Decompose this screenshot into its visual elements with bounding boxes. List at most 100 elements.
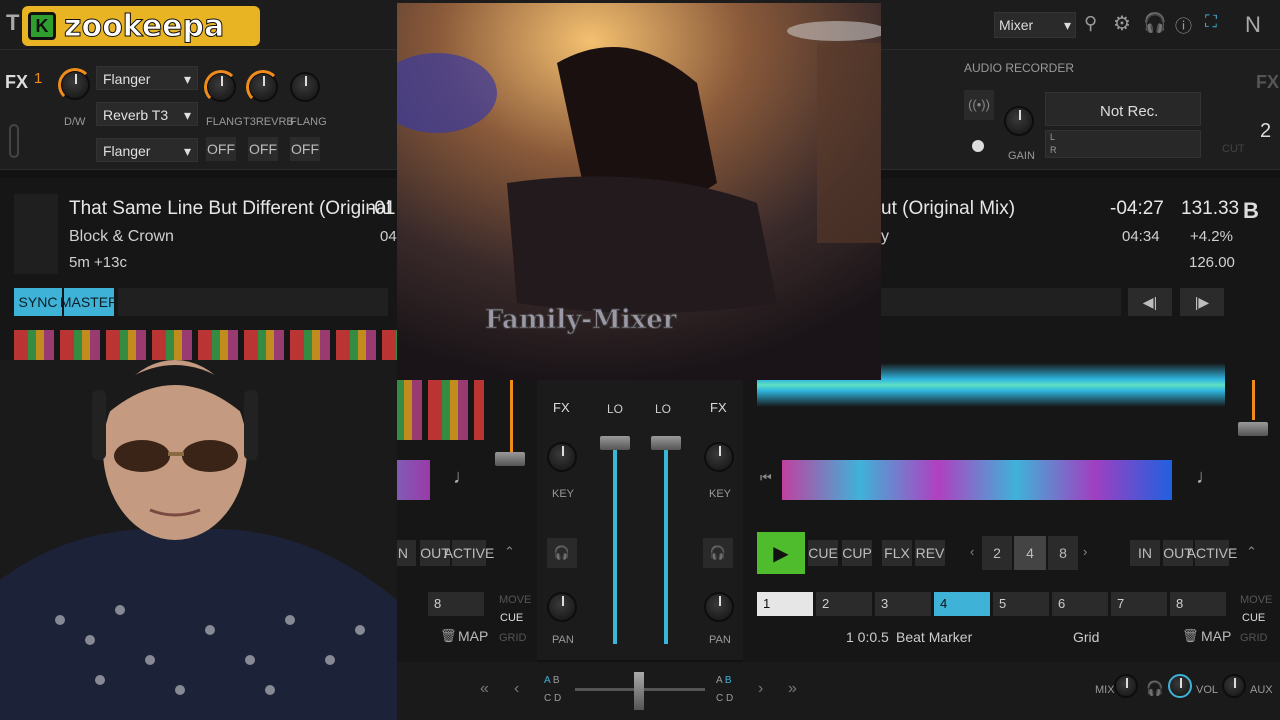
- deck-a-note-icon[interactable]: ♩: [453, 466, 473, 489]
- pan-knob-a[interactable]: [547, 592, 577, 622]
- headphone-cue-b-icon[interactable]: 🎧: [703, 538, 733, 568]
- headphone-cue-a-icon[interactable]: 🎧: [547, 538, 577, 568]
- forward-fast-icon[interactable]: »: [788, 680, 797, 698]
- channel-fader-b[interactable]: [651, 436, 681, 450]
- deck-b-flx-button[interactable]: FLX: [882, 540, 912, 566]
- deck-b-track-title: ut (Original Mix): [881, 198, 1016, 219]
- fx-toggle-3[interactable]: OFF: [290, 137, 320, 161]
- deck-a-hotcue-8[interactable]: 8: [428, 592, 484, 616]
- hotcue-2[interactable]: 2: [816, 592, 872, 616]
- deck-b-artist: y: [881, 228, 889, 245]
- forward-icon[interactable]: ›: [758, 680, 763, 698]
- deck-b-beatjump-fwd[interactable]: |▶: [1180, 288, 1224, 316]
- vol-label: VOL: [1196, 684, 1219, 696]
- mix-knob[interactable]: [1114, 674, 1138, 698]
- deck-a-cue-label[interactable]: CUE: [500, 612, 523, 624]
- hotcue-7[interactable]: 7: [1111, 592, 1167, 616]
- beat-size-8[interactable]: 8: [1048, 536, 1078, 570]
- assign-b-label: B: [724, 675, 732, 686]
- fx-select-3[interactable]: Flanger ▾: [96, 138, 198, 162]
- assign-d-label: D: [554, 693, 562, 704]
- key-knob-a[interactable]: [547, 442, 577, 472]
- deck-a-map-button[interactable]: MAP: [458, 628, 488, 644]
- deck-b-collapse-icon[interactable]: ⌃: [1246, 544, 1257, 560]
- headphone-vol-knob[interactable]: [1168, 674, 1192, 698]
- crossfader-handle[interactable]: [634, 672, 644, 710]
- recorder-gain-knob[interactable]: [1004, 106, 1034, 136]
- record-button[interactable]: [972, 140, 984, 152]
- fx-toggle-1[interactable]: OFF: [206, 137, 236, 161]
- channel-logo: K zookeepa: [22, 6, 260, 46]
- deck-b-play-button[interactable]: ▶: [757, 532, 805, 574]
- fx-knob-1-label: FLANG: [206, 116, 243, 128]
- deck-b-rev-button[interactable]: REV: [915, 540, 945, 566]
- channel-fader-a-track: [613, 448, 617, 644]
- chevron-down-icon: ▾: [183, 107, 191, 123]
- view-select[interactable]: Mixer ▾: [994, 12, 1076, 38]
- fullscreen-icon[interactable]: ⛶: [1205, 12, 1217, 32]
- fx-knob-2[interactable]: [246, 70, 280, 104]
- hotcue-6[interactable]: 6: [1052, 592, 1108, 616]
- beat-size-prev-icon[interactable]: ‹: [970, 544, 974, 559]
- fx-label-right: FX: [1256, 72, 1280, 92]
- chevron-down-icon: ▾: [1063, 17, 1071, 33]
- fx-toggle-2[interactable]: OFF: [248, 137, 278, 161]
- deck-b-skip-start-icon[interactable]: ⏮: [760, 470, 772, 486]
- crossfader-assign-b[interactable]: A B C D: [716, 672, 736, 708]
- master-button[interactable]: MASTER: [60, 288, 118, 316]
- hotcue-5[interactable]: 5: [993, 592, 1049, 616]
- fx-select-2-label: Reverb T3: [103, 107, 169, 123]
- deck-a-trash-icon[interactable]: 🗑: [440, 628, 457, 644]
- pan-knob-b[interactable]: [704, 592, 734, 622]
- deck-b-cue-label[interactable]: CUE: [1242, 612, 1265, 624]
- search-icon[interactable]: ⚲: [1084, 13, 1097, 34]
- fx-knob-1[interactable]: [204, 70, 238, 104]
- deck-b-grid-select[interactable]: Grid: [1073, 629, 1099, 645]
- fx-select-1[interactable]: Flanger ▾: [96, 66, 198, 90]
- rewind-fast-icon[interactable]: «: [480, 680, 489, 698]
- fx-knob-3[interactable]: [290, 72, 320, 102]
- hotcue-1[interactable]: 1: [757, 592, 813, 616]
- deck-a-pitch-slider[interactable]: [510, 380, 513, 460]
- deck-b-overview-waveform[interactable]: [782, 460, 1172, 500]
- key-knob-b[interactable]: [704, 442, 734, 472]
- rewind-icon[interactable]: ‹: [514, 680, 519, 698]
- broadcast-icon[interactable]: ((•)): [964, 90, 994, 120]
- info-icon[interactable]: ⓘ: [1175, 12, 1192, 37]
- gear-icon[interactable]: ⚙: [1113, 11, 1131, 36]
- mixer-fx-a[interactable]: FX: [553, 400, 570, 415]
- deck-b-map-button[interactable]: MAP: [1201, 628, 1231, 644]
- fx-knob-2-label: T3REVRB: [243, 116, 294, 128]
- deck-a-pitch-cap[interactable]: [495, 452, 525, 466]
- beat-size-2[interactable]: 2: [982, 536, 1012, 570]
- deck-b-cup-button[interactable]: CUP: [842, 540, 872, 566]
- deck-b-trash-icon[interactable]: 🗑: [1182, 628, 1199, 644]
- channel-fader-a[interactable]: [600, 436, 630, 450]
- dry-wet-label: D/W: [64, 116, 86, 128]
- deck-b-loop-active[interactable]: ACTIVE: [1187, 540, 1237, 566]
- fx-select-2[interactable]: Reverb T3 ▾: [96, 102, 198, 126]
- crossfader-assign-a[interactable]: A B C D: [544, 672, 564, 708]
- deck-b-note-icon[interactable]: ♩: [1196, 466, 1216, 489]
- deck-a-collapse-icon[interactable]: ⌃: [504, 544, 515, 560]
- hotcue-4[interactable]: 4: [934, 592, 990, 616]
- headphones-icon[interactable]: 🎧: [1143, 11, 1167, 35]
- hotcue-8[interactable]: 8: [1170, 592, 1226, 616]
- fx-scroll-handle[interactable]: [9, 124, 19, 158]
- deck-b-loop-in[interactable]: IN: [1130, 540, 1160, 566]
- hotcue-3[interactable]: 3: [875, 592, 931, 616]
- beat-size-4[interactable]: 4: [1014, 536, 1046, 570]
- mixer-fx-b[interactable]: FX: [710, 400, 727, 415]
- deck-b-pitch-cap[interactable]: [1238, 422, 1268, 436]
- fx-unit-number: 1: [34, 70, 43, 87]
- beat-size-next-icon[interactable]: ›: [1083, 544, 1087, 559]
- aux-knob[interactable]: [1222, 674, 1246, 698]
- deck-b-beatjump-back[interactable]: ◀|: [1128, 288, 1172, 316]
- deck-b-cue-button[interactable]: CUE: [808, 540, 838, 566]
- dry-wet-knob[interactable]: [58, 68, 92, 102]
- deck-b-bpm: 131.33: [1181, 198, 1240, 219]
- sync-button[interactable]: SYNC: [14, 288, 62, 316]
- deck-b-pitch-slider[interactable]: [1252, 380, 1255, 420]
- deck-a-loop-active[interactable]: ACTIVE: [444, 540, 494, 566]
- recorder-cut-button[interactable]: CUT: [1222, 143, 1245, 155]
